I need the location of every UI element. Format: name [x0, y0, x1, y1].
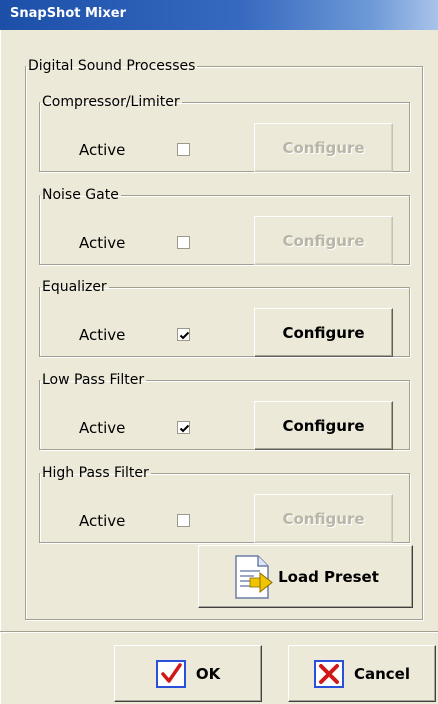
snapshot-mixer-dialog: SnapShot Mixer Digital Sound Processes C…	[0, 0, 438, 704]
process-name: Compressor/Limiter	[42, 94, 180, 110]
checkmark-icon	[179, 331, 190, 340]
process-equalizer: Equalizer Active Configure	[39, 280, 410, 357]
checkmark-icon	[155, 659, 186, 688]
window-title: SnapShot Mixer	[10, 6, 126, 21]
process-name: Noise Gate	[42, 187, 119, 203]
configure-button[interactable]: Configure	[254, 308, 393, 357]
process-name: High Pass Filter	[42, 465, 149, 481]
active-label: Active	[79, 512, 126, 530]
load-preset-icon	[235, 554, 273, 599]
x-icon	[313, 659, 344, 688]
active-label: Active	[79, 141, 126, 159]
active-checkbox[interactable]	[177, 236, 190, 249]
process-high-pass-filter: High Pass Filter Active Configure	[39, 466, 410, 543]
separator	[0, 631, 438, 633]
active-label: Active	[79, 234, 126, 252]
active-checkbox[interactable]	[177, 143, 190, 156]
cancel-label: Cancel	[353, 664, 410, 683]
ok-button[interactable]: OK	[114, 645, 262, 702]
title-bar[interactable]: SnapShot Mixer	[0, 0, 438, 30]
configure-button[interactable]: Configure	[254, 401, 393, 450]
active-label: Active	[79, 326, 126, 344]
configure-button[interactable]: Configure	[254, 494, 393, 543]
configure-button[interactable]: Configure	[254, 216, 393, 265]
ok-label: OK	[195, 664, 221, 683]
cancel-button[interactable]: Cancel	[288, 645, 436, 702]
active-checkbox[interactable]	[177, 514, 190, 527]
load-preset-label: Load Preset	[278, 567, 379, 586]
group-label: Digital Sound Processes	[28, 58, 196, 74]
checkmark-icon	[179, 424, 190, 433]
process-low-pass-filter: Low Pass Filter Active Configure	[39, 373, 410, 450]
active-label: Active	[79, 419, 126, 437]
process-compressor-limiter: Compressor/Limiter Active Configure	[39, 95, 410, 172]
configure-button[interactable]: Configure	[254, 123, 393, 172]
load-preset-button[interactable]: Load Preset	[198, 545, 413, 608]
digital-sound-processes-group: Digital Sound Processes Compressor/Limit…	[25, 59, 423, 620]
process-name: Equalizer	[42, 279, 107, 295]
active-checkbox[interactable]	[177, 421, 190, 434]
active-checkbox[interactable]	[177, 328, 190, 341]
process-name: Low Pass Filter	[42, 372, 145, 388]
process-noise-gate: Noise Gate Active Configure	[39, 188, 410, 265]
